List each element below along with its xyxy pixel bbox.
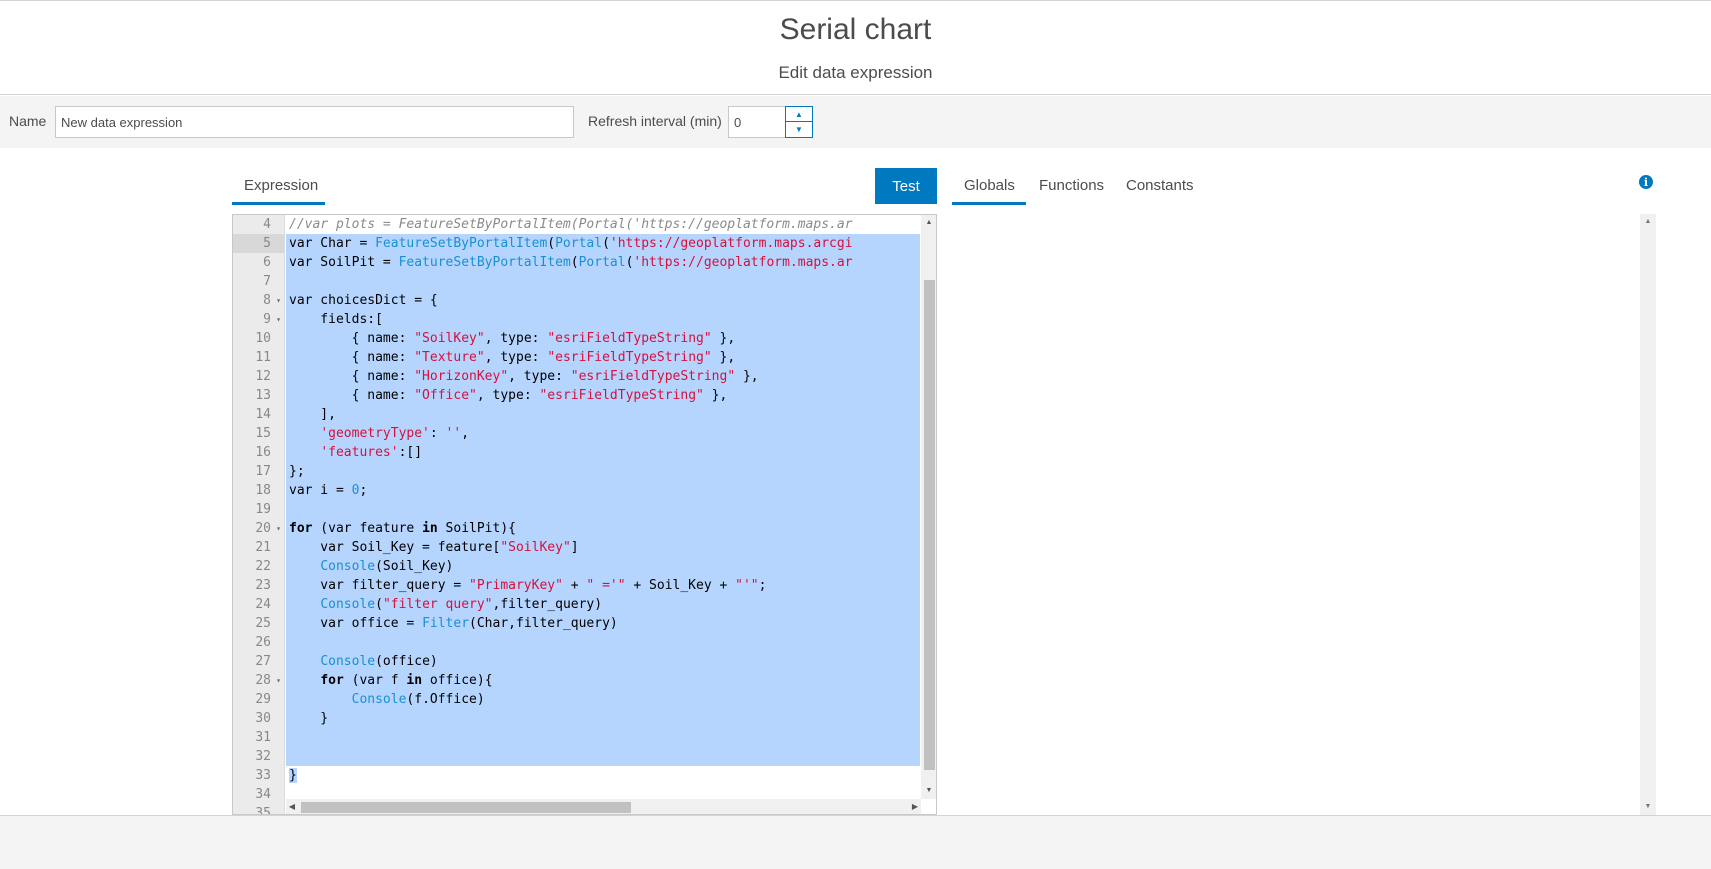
code-line[interactable]: Console(f.Office) xyxy=(286,690,920,709)
line-number: 20 ▾ xyxy=(255,519,281,538)
stepper-down-icon[interactable]: ▼ xyxy=(786,122,812,137)
test-button[interactable]: Test xyxy=(875,168,937,204)
code-line[interactable]: for (var f in office){ xyxy=(286,671,920,690)
line-number: 15 xyxy=(255,426,271,441)
main-area: Expression Test Globals Functions Consta… xyxy=(0,148,1711,815)
line-number: 34 xyxy=(255,787,271,802)
line-number: 11 xyxy=(255,350,271,365)
line-number: 9 ▾ xyxy=(263,310,281,329)
line-number: 29 xyxy=(255,692,271,707)
line-number: 5 xyxy=(233,234,284,253)
page-subtitle: Edit data expression xyxy=(778,63,933,82)
scroll-up-icon[interactable]: ▲ xyxy=(921,217,936,229)
code-line[interactable]: 'geometryType': '', xyxy=(286,424,920,443)
code-line[interactable] xyxy=(286,633,920,652)
code-line[interactable]: 'features':[] xyxy=(286,443,920,462)
scroll-right-icon[interactable]: ▶ xyxy=(909,799,921,814)
expression-toolbar: Name Refresh interval (min) ▲ ▼ xyxy=(0,96,1711,148)
line-number: 17 xyxy=(255,464,271,479)
line-number: 28 ▾ xyxy=(255,671,281,690)
code-line[interactable]: var choicesDict = { xyxy=(286,291,920,310)
scroll-thumb[interactable] xyxy=(924,280,935,770)
code-line[interactable]: }; xyxy=(286,462,920,481)
fold-arrow-icon[interactable]: ▾ xyxy=(276,519,281,538)
editor-vertical-scrollbar[interactable]: ▲ ▼ xyxy=(921,215,936,799)
code-line[interactable]: { name: "Texture", type: "esriFieldTypeS… xyxy=(286,348,920,367)
code-line[interactable]: Console(Soil_Key) xyxy=(286,557,920,576)
dialog-header: Serial chart Edit data expression xyxy=(0,1,1711,95)
name-label: Name xyxy=(9,113,47,129)
code-area[interactable]: //var plots = FeatureSetByPortalItem(Por… xyxy=(286,215,920,814)
line-number: 16 xyxy=(255,445,271,460)
code-line[interactable]: { name: "HorizonKey", type: "esriFieldTy… xyxy=(286,367,920,386)
code-line[interactable]: var i = 0; xyxy=(286,481,920,500)
line-number: 32 xyxy=(255,749,271,764)
line-number: 27 xyxy=(255,654,271,669)
tab-globals[interactable]: Globals xyxy=(952,177,1026,205)
code-line[interactable]: } xyxy=(286,766,920,785)
line-number: 23 xyxy=(255,578,271,593)
code-line[interactable] xyxy=(286,272,920,291)
name-input[interactable] xyxy=(55,106,574,138)
line-number: 21 xyxy=(255,540,271,555)
line-number: 35 xyxy=(255,806,271,815)
code-line[interactable]: { name: "SoilKey", type: "esriFieldTypeS… xyxy=(286,329,920,348)
line-number: 10 xyxy=(255,331,271,346)
line-number: 24 xyxy=(255,597,271,612)
scroll-up-icon[interactable]: ▲ xyxy=(1640,216,1656,228)
code-line[interactable] xyxy=(286,747,920,766)
fold-arrow-icon[interactable]: ▾ xyxy=(276,671,281,690)
code-line[interactable]: var filter_query = "PrimaryKey" + " ='" … xyxy=(286,576,920,595)
code-line[interactable]: Console("filter query",filter_query) xyxy=(286,595,920,614)
code-line[interactable] xyxy=(286,500,920,519)
code-line[interactable]: var Soil_Key = feature["SoilKey"] xyxy=(286,538,920,557)
scroll-thumb[interactable] xyxy=(301,802,631,813)
refresh-interval-input[interactable] xyxy=(728,106,786,138)
code-line[interactable]: Console(office) xyxy=(286,652,920,671)
line-number: 8 ▾ xyxy=(263,291,281,310)
code-line[interactable]: } xyxy=(286,709,920,728)
code-line[interactable]: var Char = FeatureSetByPortalItem(Portal… xyxy=(286,234,920,253)
dialog-footer xyxy=(0,815,1711,869)
code-line[interactable]: ], xyxy=(286,405,920,424)
line-number: 4 xyxy=(263,217,271,232)
line-number: 12 xyxy=(255,369,271,384)
code-line[interactable]: var SoilPit = FeatureSetByPortalItem(Por… xyxy=(286,253,920,272)
line-number: 13 xyxy=(255,388,271,403)
line-number: 31 xyxy=(255,730,271,745)
scroll-down-icon[interactable]: ▼ xyxy=(1640,801,1656,813)
code-line[interactable]: for (var feature in SoilPit){ xyxy=(286,519,920,538)
line-number: 30 xyxy=(255,711,271,726)
code-line[interactable]: fields:[ xyxy=(286,310,920,329)
line-number-gutter: 4 5 6 7 8 ▾ 9 ▾ 10 11 12 13 14 15 16 17 18 19 20 ▾ 21 22 23 24 2… xyxy=(233,215,285,814)
tab-constants[interactable]: Constants xyxy=(1126,177,1194,194)
stepper-up-icon[interactable]: ▲ xyxy=(786,107,812,122)
fold-arrow-icon[interactable]: ▾ xyxy=(276,291,281,310)
code-line[interactable]: var office = Filter(Char,filter_query) xyxy=(286,614,920,633)
line-number: 19 xyxy=(255,502,271,517)
line-number: 7 xyxy=(263,274,271,289)
line-number: 6 xyxy=(263,255,271,270)
line-number: 22 xyxy=(255,559,271,574)
line-number: 25 xyxy=(255,616,271,631)
code-line[interactable]: //var plots = FeatureSetByPortalItem(Por… xyxy=(286,215,920,234)
editor-horizontal-scrollbar[interactable]: ◀ ▶ xyxy=(286,799,921,814)
refresh-interval-label: Refresh interval (min) xyxy=(588,113,722,129)
code-line[interactable] xyxy=(286,728,920,747)
line-number: 26 xyxy=(255,635,271,650)
page-title: Serial chart xyxy=(779,13,932,46)
line-number: 33 xyxy=(255,768,271,783)
fold-arrow-icon[interactable]: ▾ xyxy=(276,310,281,329)
globals-panel-scrollbar[interactable]: ▲ ▼ xyxy=(1640,214,1656,815)
code-editor[interactable]: 4 5 6 7 8 ▾ 9 ▾ 10 11 12 13 14 15 16 17 18 19 20 ▾ 21 22 23 24 2… xyxy=(232,214,937,815)
line-number: 18 xyxy=(255,483,271,498)
scroll-down-icon[interactable]: ▼ xyxy=(921,785,936,797)
tab-functions[interactable]: Functions xyxy=(1039,177,1104,194)
code-line[interactable]: { name: "Office", type: "esriFieldTypeSt… xyxy=(286,386,920,405)
refresh-interval-stepper: ▲ ▼ xyxy=(785,106,813,138)
scroll-left-icon[interactable]: ◀ xyxy=(286,799,298,814)
tab-expression[interactable]: Expression xyxy=(232,177,325,205)
line-number: 14 xyxy=(255,407,271,422)
info-icon[interactable]: i xyxy=(1639,175,1653,189)
